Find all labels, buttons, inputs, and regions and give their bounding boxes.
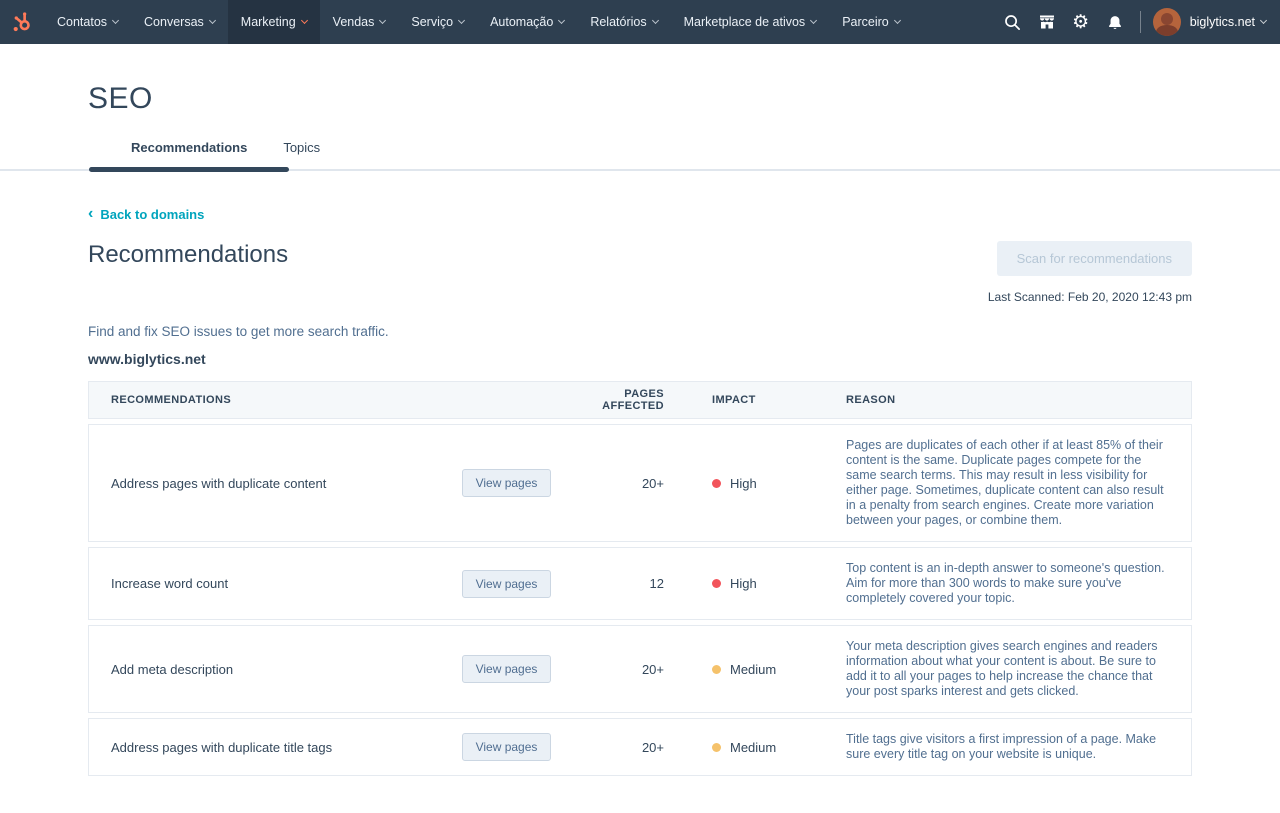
account-menu[interactable]: biglytics.net bbox=[1190, 15, 1266, 29]
back-link-label: Back to domains bbox=[100, 207, 204, 222]
chevron-down-icon bbox=[209, 17, 216, 24]
page-header: SEO Recommendations Topics bbox=[0, 44, 1280, 171]
chevron-down-icon bbox=[558, 17, 565, 24]
account-name: biglytics.net bbox=[1190, 15, 1255, 29]
chevron-down-icon bbox=[1260, 17, 1267, 24]
recommendation-name: Address pages with duplicate title tags bbox=[89, 740, 429, 755]
reason-text: Title tags give visitors a first impress… bbox=[839, 719, 1191, 775]
nav-item-marketing[interactable]: Marketing bbox=[228, 0, 320, 44]
table-row: Address pages with duplicate title tags … bbox=[88, 718, 1192, 776]
impact-dot bbox=[712, 665, 721, 674]
nav-utilities: ⚙ biglytics.net bbox=[996, 0, 1280, 44]
nav-item-label: Serviço bbox=[411, 15, 453, 29]
view-pages-button[interactable]: View pages bbox=[462, 570, 552, 598]
impact-dot bbox=[712, 579, 721, 588]
tab-recommendations[interactable]: Recommendations bbox=[113, 140, 265, 169]
nav-item-label: Contatos bbox=[57, 15, 107, 29]
reason-text: Your meta description gives search engin… bbox=[839, 626, 1191, 712]
scan-for-recommendations-button[interactable]: Scan for recommendations bbox=[997, 241, 1192, 276]
view-pages-button[interactable]: View pages bbox=[462, 469, 552, 497]
notifications-bell-icon[interactable] bbox=[1098, 0, 1132, 44]
pages-affected-value: 20+ bbox=[584, 740, 664, 755]
impact-dot bbox=[712, 479, 721, 488]
nav-item-automacao[interactable]: Automação bbox=[477, 0, 577, 44]
recommendation-name: Increase word count bbox=[89, 576, 429, 591]
chevron-down-icon bbox=[458, 17, 465, 24]
chevron-down-icon bbox=[894, 17, 901, 24]
main-menu: Contatos Conversas Marketing Vendas Serv… bbox=[44, 0, 913, 44]
sprocket-icon bbox=[11, 11, 33, 33]
nav-item-marketplace-de-ativos[interactable]: Marketplace de ativos bbox=[671, 0, 830, 44]
recommendation-name: Address pages with duplicate content bbox=[89, 476, 429, 491]
top-navigation: Contatos Conversas Marketing Vendas Serv… bbox=[0, 0, 1280, 44]
nav-item-conversas[interactable]: Conversas bbox=[131, 0, 228, 44]
heading-row: Recommendations Scan for recommendations… bbox=[88, 241, 1192, 304]
search-icon[interactable] bbox=[996, 0, 1030, 44]
column-header-impact: IMPACT bbox=[664, 394, 839, 406]
nav-divider bbox=[1140, 11, 1141, 33]
pages-affected-value: 20+ bbox=[584, 476, 664, 491]
reason-text: Pages are duplicates of each other if at… bbox=[839, 425, 1191, 541]
nav-item-vendas[interactable]: Vendas bbox=[320, 0, 399, 44]
nav-item-label: Vendas bbox=[333, 15, 375, 29]
section-subtitle: Find and fix SEO issues to get more sear… bbox=[88, 324, 1192, 339]
hubspot-logo-icon[interactable] bbox=[0, 0, 44, 44]
table-row: Address pages with duplicate content Vie… bbox=[88, 424, 1192, 542]
avatar[interactable] bbox=[1153, 8, 1181, 36]
view-pages-button[interactable]: View pages bbox=[462, 733, 552, 761]
table-header-row: RECOMMENDATIONS PAGES AFFECTED IMPACT RE… bbox=[88, 381, 1192, 419]
nav-item-label: Marketplace de ativos bbox=[684, 15, 806, 29]
page-title: SEO bbox=[88, 82, 1192, 116]
nav-item-label: Parceiro bbox=[842, 15, 889, 29]
nav-item-servico[interactable]: Serviço bbox=[398, 0, 477, 44]
chevron-down-icon bbox=[112, 17, 119, 24]
nav-item-relatorios[interactable]: Relatórios bbox=[577, 0, 670, 44]
column-header-recommendations: RECOMMENDATIONS bbox=[89, 394, 429, 406]
nav-item-label: Marketing bbox=[241, 15, 296, 29]
recommendations-table: RECOMMENDATIONS PAGES AFFECTED IMPACT RE… bbox=[88, 381, 1192, 776]
reason-text: Top content is an in-depth answer to som… bbox=[839, 548, 1191, 619]
tab-bar: Recommendations Topics bbox=[88, 140, 1192, 169]
view-pages-button[interactable]: View pages bbox=[462, 655, 552, 683]
nav-item-label: Relatórios bbox=[590, 15, 646, 29]
pages-affected-value: 12 bbox=[584, 576, 664, 591]
nav-item-parceiro[interactable]: Parceiro bbox=[829, 0, 913, 44]
back-to-domains-link[interactable]: ‹ Back to domains bbox=[88, 206, 204, 222]
scanned-domain: www.biglytics.net bbox=[88, 351, 1192, 367]
chevron-down-icon bbox=[652, 17, 659, 24]
pages-affected-value: 20+ bbox=[584, 662, 664, 677]
scan-area: Scan for recommendations Last Scanned: F… bbox=[988, 241, 1192, 304]
marketplace-icon[interactable] bbox=[1030, 0, 1064, 44]
nav-item-label: Automação bbox=[490, 15, 553, 29]
table-row: Add meta description View pages 20+ Medi… bbox=[88, 625, 1192, 713]
chevron-down-icon bbox=[379, 17, 386, 24]
impact-label: Medium bbox=[730, 662, 776, 677]
column-header-reason: REASON bbox=[839, 393, 1191, 408]
column-header-pages-affected: PAGES AFFECTED bbox=[584, 388, 664, 412]
section-heading: Recommendations bbox=[88, 241, 288, 269]
nav-item-label: Conversas bbox=[144, 15, 204, 29]
last-scanned-text: Last Scanned: Feb 20, 2020 12:43 pm bbox=[988, 290, 1192, 304]
recommendation-name: Add meta description bbox=[89, 662, 429, 677]
chevron-down-icon bbox=[301, 17, 308, 24]
main-content: ‹ Back to domains Recommendations Scan f… bbox=[0, 171, 1280, 776]
nav-item-contatos[interactable]: Contatos bbox=[44, 0, 131, 44]
impact-label: Medium bbox=[730, 740, 776, 755]
tab-topics[interactable]: Topics bbox=[265, 140, 338, 169]
impact-dot bbox=[712, 743, 721, 752]
chevron-down-icon bbox=[810, 17, 817, 24]
impact-label: High bbox=[730, 476, 757, 491]
table-row: Increase word count View pages 12 High T… bbox=[88, 547, 1192, 620]
chevron-left-icon: ‹ bbox=[88, 206, 93, 222]
gear-icon[interactable]: ⚙ bbox=[1064, 0, 1098, 44]
impact-label: High bbox=[730, 576, 757, 591]
